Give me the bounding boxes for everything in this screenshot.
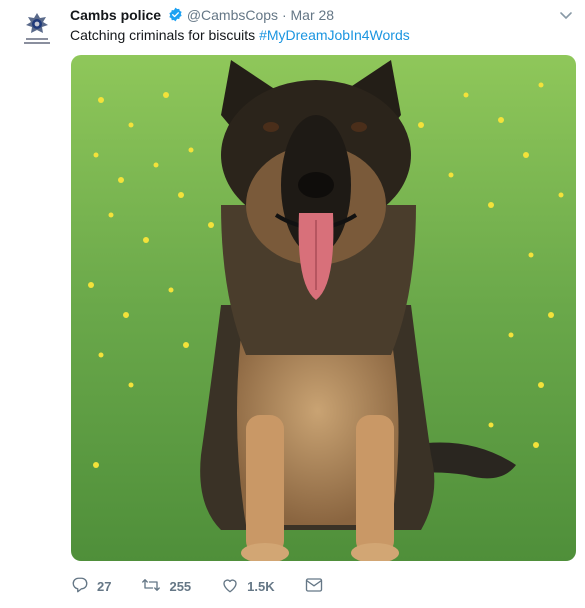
display-name[interactable]: Cambs police — [70, 7, 161, 23]
tweet-actions: 27 255 1.5K — [71, 574, 361, 598]
chevron-down-icon[interactable] — [559, 8, 573, 26]
tweet-text-body: Catching criminals for biscuits — [70, 27, 260, 43]
reply-icon — [71, 576, 97, 597]
retweet-icon — [141, 576, 169, 597]
tweet-text: Catching criminals for biscuits #MyDream… — [70, 27, 410, 43]
timestamp[interactable]: Mar 28 — [291, 7, 335, 23]
like-button[interactable]: 1.5K — [221, 576, 275, 597]
verified-badge-icon — [168, 7, 183, 25]
hashtag-link[interactable]: #MyDreamJobIn4Words — [259, 27, 410, 43]
heart-icon — [221, 576, 247, 597]
retweet-button[interactable]: 255 — [141, 576, 191, 597]
handle[interactable]: @CambsCops — [187, 7, 278, 23]
retweet-count: 255 — [169, 578, 192, 594]
separator-dot: · — [281, 7, 287, 23]
direct-message-button[interactable] — [305, 577, 331, 596]
reply-button[interactable]: 27 — [71, 576, 111, 597]
avatar[interactable] — [14, 8, 60, 54]
tweet-header: Cambs police @CambsCops · Mar 28 — [70, 7, 334, 25]
envelope-icon — [305, 577, 331, 596]
like-count: 1.5K — [247, 578, 275, 594]
tweet-photo[interactable] — [71, 55, 576, 561]
reply-count: 27 — [97, 578, 112, 594]
tweet[interactable]: Cambs police @CambsCops · Mar 28 Catchin… — [0, 0, 585, 608]
